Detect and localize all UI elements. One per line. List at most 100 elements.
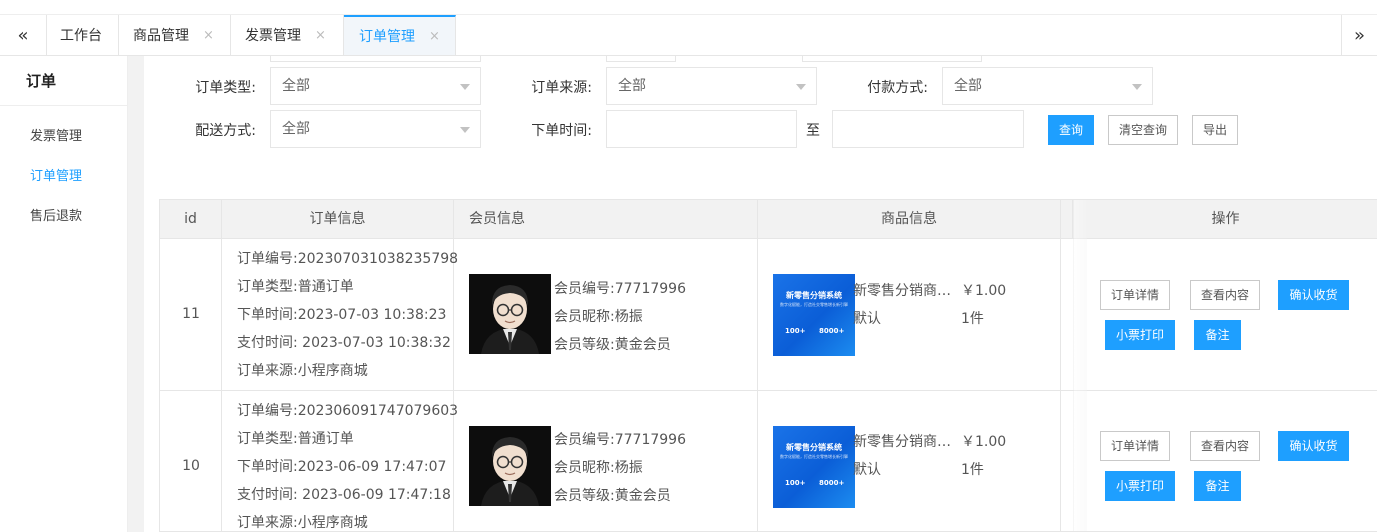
tab-label: 工作台 bbox=[60, 28, 102, 44]
clipped-input bbox=[802, 56, 982, 62]
member-level: 会员等级:黄金会员 bbox=[554, 488, 671, 504]
export-button[interactable]: 导出 bbox=[1192, 115, 1238, 145]
select-value: 全部 bbox=[954, 78, 982, 94]
col-header-spacer bbox=[1061, 200, 1073, 239]
close-icon[interactable]: × bbox=[315, 28, 326, 43]
sidebar-item-refunds[interactable]: 售后退款 bbox=[0, 197, 127, 237]
order-type-label: 订单类型: bbox=[195, 80, 256, 96]
sidebar: 订单 发票管理 订单管理 售后退款 bbox=[0, 56, 128, 532]
view-content-button[interactable]: 查看内容 bbox=[1190, 280, 1260, 310]
range-to-label: 至 bbox=[806, 123, 820, 139]
col-header-product: 商品信息 bbox=[758, 200, 1061, 239]
product-sku: 默认 bbox=[853, 462, 881, 478]
order-time-start-input[interactable] bbox=[606, 110, 797, 148]
col-header-ops: 操作 bbox=[1073, 200, 1377, 239]
order-source-label: 订单来源: bbox=[531, 80, 592, 96]
column-divider bbox=[1060, 239, 1061, 531]
confirm-receipt-button[interactable]: 确认收货 bbox=[1278, 431, 1349, 461]
order-type-select[interactable]: 全部 bbox=[270, 67, 481, 105]
confirm-receipt-button[interactable]: 确认收货 bbox=[1278, 280, 1349, 310]
tabs-prev-icon[interactable]: « bbox=[0, 15, 47, 55]
tab-invoices[interactable]: 发票管理 × bbox=[231, 15, 344, 55]
product-quantity: 1件 bbox=[961, 311, 984, 327]
chevron-down-icon bbox=[1132, 84, 1142, 90]
tabs-next-icon[interactable]: » bbox=[1341, 15, 1377, 55]
query-button[interactable]: 查询 bbox=[1048, 115, 1094, 145]
delivery-select[interactable]: 全部 bbox=[270, 110, 481, 148]
clipped-input bbox=[606, 56, 676, 62]
order-number: 订单编号:202307031038235798 bbox=[237, 251, 459, 267]
member-level: 会员等级:黄金会员 bbox=[554, 337, 671, 353]
avatar bbox=[469, 426, 551, 506]
note-button[interactable]: 备注 bbox=[1194, 320, 1241, 350]
tab-label: 订单管理 bbox=[359, 29, 415, 45]
product-image-stat: 100+ bbox=[785, 479, 806, 487]
product-image-title: 新零售分销系统 bbox=[786, 291, 842, 300]
close-icon[interactable]: × bbox=[203, 28, 214, 43]
member-number: 会员编号:77717996 bbox=[554, 432, 686, 448]
product-image-subtitle: 数字化赋能，打造社交零售增长新引擎 bbox=[780, 454, 848, 459]
row-divider bbox=[160, 390, 1377, 391]
member-nickname: 会员昵称:杨振 bbox=[554, 460, 643, 476]
order-source-select[interactable]: 全部 bbox=[606, 67, 817, 105]
chevron-down-icon bbox=[460, 84, 470, 90]
clear-query-button[interactable]: 清空查询 bbox=[1108, 115, 1178, 145]
sidebar-item-orders[interactable]: 订单管理 bbox=[0, 157, 127, 197]
tab-products[interactable]: 商品管理 × bbox=[119, 15, 231, 55]
print-receipt-button[interactable]: 小票打印 bbox=[1105, 320, 1175, 350]
product-image: 新零售分销系统 数字化赋能，打造社交零售增长新引擎 100+ 8000+ bbox=[773, 274, 855, 356]
pay-time: 支付时间: 2023-07-03 10:38:32 bbox=[237, 335, 451, 351]
column-divider bbox=[757, 239, 758, 531]
avatar-image bbox=[469, 426, 551, 506]
order-time: 下单时间:2023-07-03 10:38:23 bbox=[237, 307, 447, 323]
order-type: 订单类型:普通订单 bbox=[237, 431, 354, 447]
col-header-member: 会员信息 bbox=[454, 200, 758, 239]
product-name: 新零售分销商… bbox=[853, 283, 951, 299]
select-value: 全部 bbox=[282, 78, 310, 94]
note-button[interactable]: 备注 bbox=[1194, 471, 1241, 501]
column-divider bbox=[453, 239, 454, 531]
product-price: ￥1.00 bbox=[961, 283, 1007, 299]
avatar-image bbox=[469, 274, 551, 354]
tab-label: 商品管理 bbox=[133, 28, 189, 44]
col-header-id: id bbox=[160, 200, 222, 239]
order-source: 订单来源:小程序商城 bbox=[237, 515, 368, 531]
product-name: 新零售分销商… bbox=[853, 434, 951, 450]
product-image-stat: 8000+ bbox=[819, 327, 845, 335]
col-header-order: 订单信息 bbox=[222, 200, 454, 239]
product-image-stat: 100+ bbox=[785, 327, 806, 335]
order-time-end-input[interactable] bbox=[832, 110, 1024, 148]
order-detail-button[interactable]: 订单详情 bbox=[1100, 431, 1170, 461]
tab-workbench[interactable]: 工作台 bbox=[47, 15, 119, 55]
column-divider bbox=[221, 239, 222, 531]
order-detail-button[interactable]: 订单详情 bbox=[1100, 280, 1170, 310]
print-receipt-button[interactable]: 小票打印 bbox=[1105, 471, 1175, 501]
orders-table: id 订单信息 会员信息 商品信息 操作 11 订单编号:20230703103… bbox=[159, 199, 1377, 532]
chevron-down-icon bbox=[460, 127, 470, 133]
pay-method-label: 付款方式: bbox=[867, 80, 928, 96]
member-nickname: 会员昵称:杨振 bbox=[554, 309, 643, 325]
avatar bbox=[469, 274, 551, 354]
clipped-input bbox=[270, 56, 481, 62]
sidebar-title: 订单 bbox=[0, 56, 127, 106]
pay-method-select[interactable]: 全部 bbox=[942, 67, 1153, 105]
close-icon[interactable]: × bbox=[429, 29, 440, 44]
sidebar-item-invoices[interactable]: 发票管理 bbox=[0, 117, 127, 157]
delivery-label: 配送方式: bbox=[195, 123, 256, 139]
tab-orders[interactable]: 订单管理 × bbox=[344, 15, 456, 55]
row-id: 10 bbox=[182, 458, 200, 474]
fixed-column-shadow bbox=[1073, 200, 1087, 531]
product-sku: 默认 bbox=[853, 311, 881, 327]
main-content: 订单类型: 全部 订单来源: 全部 付款方式: 全部 配送方式: 全部 下单时间… bbox=[144, 56, 1377, 532]
tab-bar: « 工作台 商品管理 × 发票管理 × 订单管理 × » bbox=[0, 0, 1377, 56]
view-content-button[interactable]: 查看内容 bbox=[1190, 431, 1260, 461]
product-image: 新零售分销系统 数字化赋能，打造社交零售增长新引擎 100+ 8000+ bbox=[773, 426, 855, 508]
content-gutter bbox=[128, 56, 144, 532]
order-source: 订单来源:小程序商城 bbox=[237, 363, 368, 379]
product-image-title: 新零售分销系统 bbox=[786, 443, 842, 452]
product-image-stat: 8000+ bbox=[819, 479, 845, 487]
member-number: 会员编号:77717996 bbox=[554, 281, 686, 297]
row-id: 11 bbox=[182, 306, 200, 322]
order-time-label: 下单时间: bbox=[531, 123, 592, 139]
select-value: 全部 bbox=[618, 78, 646, 94]
